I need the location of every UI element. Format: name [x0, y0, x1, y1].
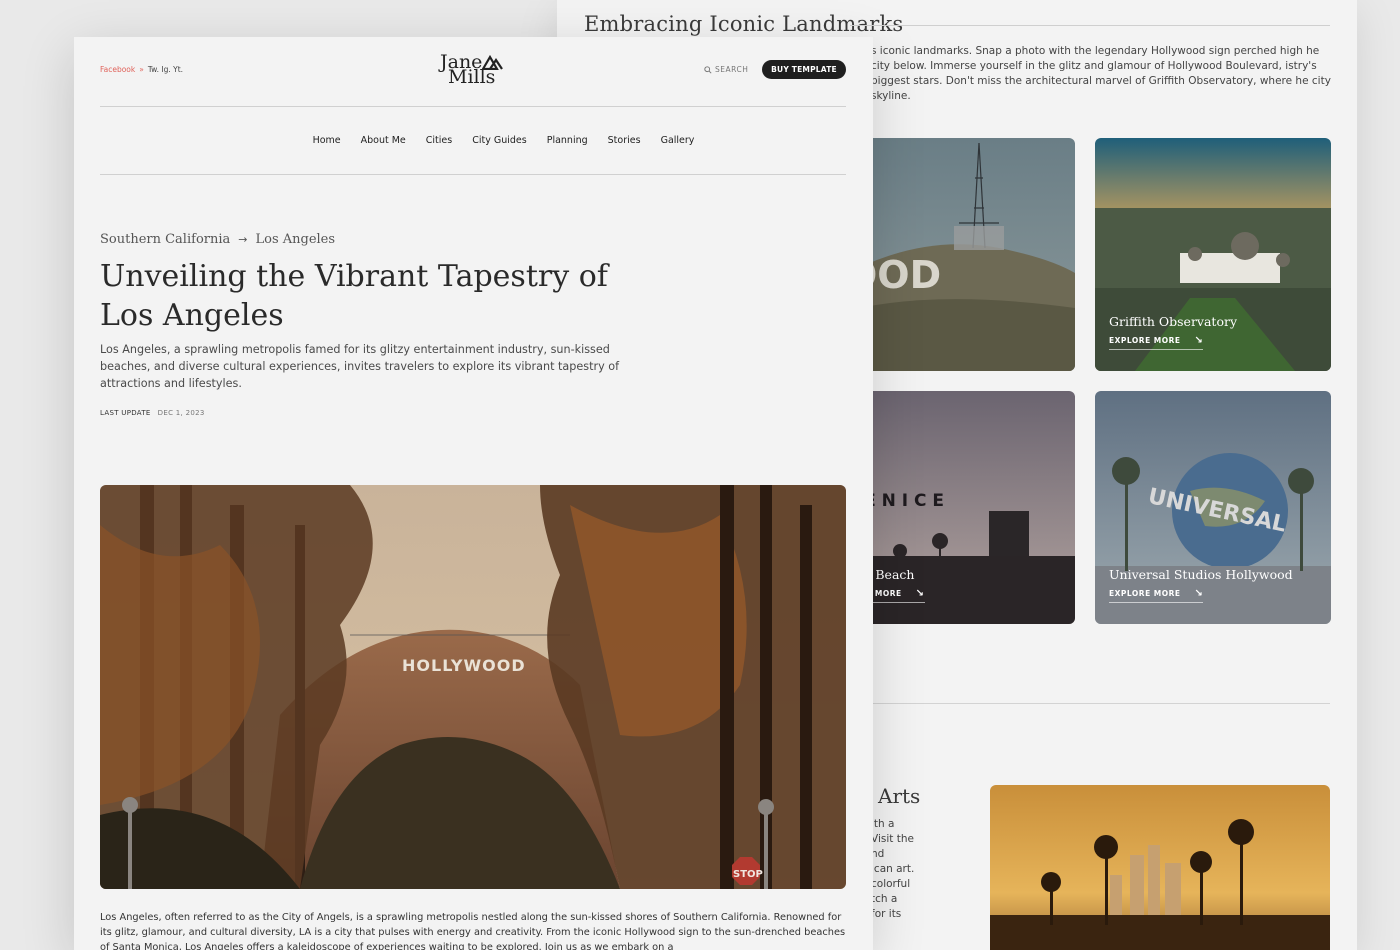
- search-icon: [704, 65, 712, 74]
- arrow-down-right-icon: ↘: [915, 588, 925, 599]
- la-skyline-image: [990, 785, 1330, 950]
- last-update: LAST UPDATE DEC 1, 2023: [100, 409, 205, 417]
- hollywood-sign-letters: HOLLYWOOD: [402, 656, 526, 675]
- hero-image: HOLLYWOOD STOP: [100, 485, 846, 889]
- arts-line: nd: [871, 848, 885, 860]
- nav-divider: [100, 174, 846, 175]
- arts-heading: Arts: [878, 784, 921, 808]
- nav-item-stories[interactable]: Stories: [608, 135, 641, 146]
- search-button[interactable]: SEARCH: [704, 65, 748, 74]
- explore-more-link[interactable]: EXPLORE MORE ↘: [1109, 588, 1204, 603]
- last-update-date: DEC 1, 2023: [157, 409, 205, 417]
- arts-line: for its: [871, 908, 902, 920]
- hollywood-hills-image: OOD: [839, 138, 1075, 371]
- card-title: Griffith Observatory: [1109, 314, 1238, 329]
- arts-line: ican art.: [871, 863, 915, 875]
- explore-more-label: EXPLORE MORE: [1109, 336, 1181, 345]
- arrow-down-right-icon: ↘: [1194, 588, 1204, 599]
- article-lead: Los Angeles, a sprawling metropolis fame…: [100, 343, 620, 390]
- social-links: Facebook » Tw. Ig. Yt.: [100, 65, 183, 74]
- explore-more-link[interactable]: EXPLORE MORE ↘: [1109, 335, 1204, 350]
- card-title: Universal Studios Hollywood: [1109, 567, 1293, 582]
- explore-more-label: EXPLORE MORE: [1109, 589, 1181, 598]
- main-nav: Home About Me Cities City Guides Plannin…: [74, 135, 873, 146]
- search-label: SEARCH: [715, 65, 749, 74]
- arts-line: Visit the: [871, 833, 914, 845]
- site-logo[interactable]: Jane Mills: [438, 51, 512, 91]
- arts-line: tch a: [871, 893, 898, 905]
- mountain-logo-icon: [482, 54, 503, 70]
- nav-item-cities[interactable]: Cities: [426, 135, 452, 146]
- landmark-card-hollywood-sign[interactable]: OOD: [839, 138, 1075, 371]
- arts-line: ith a: [871, 818, 895, 830]
- breadcrumb: Southern California → Los Angeles: [100, 232, 335, 247]
- arrow-right-icon: →: [238, 233, 248, 246]
- nav-item-gallery[interactable]: Gallery: [661, 135, 695, 146]
- arrow-down-right-icon: ↘: [1194, 335, 1204, 346]
- facebook-link[interactable]: Facebook: [100, 65, 135, 74]
- nav-item-home[interactable]: Home: [313, 135, 341, 146]
- social-separator: »: [139, 65, 144, 74]
- arts-line: colorful: [871, 878, 911, 890]
- header-divider: [100, 106, 846, 107]
- breadcrumb-parent[interactable]: Southern California: [100, 232, 230, 247]
- article-body: Los Angeles, often referred to as the Ci…: [100, 912, 846, 950]
- arts-paragraph: ith a Visit the nd ican art. colorful tc…: [871, 817, 937, 922]
- nav-item-planning[interactable]: Planning: [547, 135, 588, 146]
- last-update-label: LAST UPDATE: [100, 409, 151, 417]
- nav-item-about-me[interactable]: About Me: [361, 135, 406, 146]
- section-paragraph: s iconic landmarks. Snap a photo with th…: [871, 45, 1331, 102]
- page-title: Unveiling the Vibrant Tapestry of Los An…: [100, 259, 608, 333]
- section-divider: [873, 703, 1330, 704]
- section-heading: Embracing Iconic Landmarks: [584, 12, 904, 36]
- breadcrumb-current: Los Angeles: [255, 232, 336, 247]
- nav-item-city-guides[interactable]: City Guides: [472, 135, 527, 146]
- heading-divider: [850, 25, 1330, 26]
- landmark-card-griffith[interactable]: Griffith Observatory EXPLORE MORE ↘: [1095, 138, 1331, 371]
- social-other-links[interactable]: Tw. Ig. Yt.: [148, 65, 183, 74]
- stop-sign-letters: STOP: [733, 869, 763, 880]
- landmark-card-universal[interactable]: UNIVERSAL Universal Studios Hollywood EX…: [1095, 391, 1331, 624]
- landmark-card-venice[interactable]: V E N I C E ice Beach ORE MORE ↘: [839, 391, 1075, 624]
- article-page: Facebook » Tw. Ig. Yt. Jane Mills SEARCH…: [74, 37, 873, 950]
- buy-template-button[interactable]: BUY TEMPLATE: [762, 60, 846, 79]
